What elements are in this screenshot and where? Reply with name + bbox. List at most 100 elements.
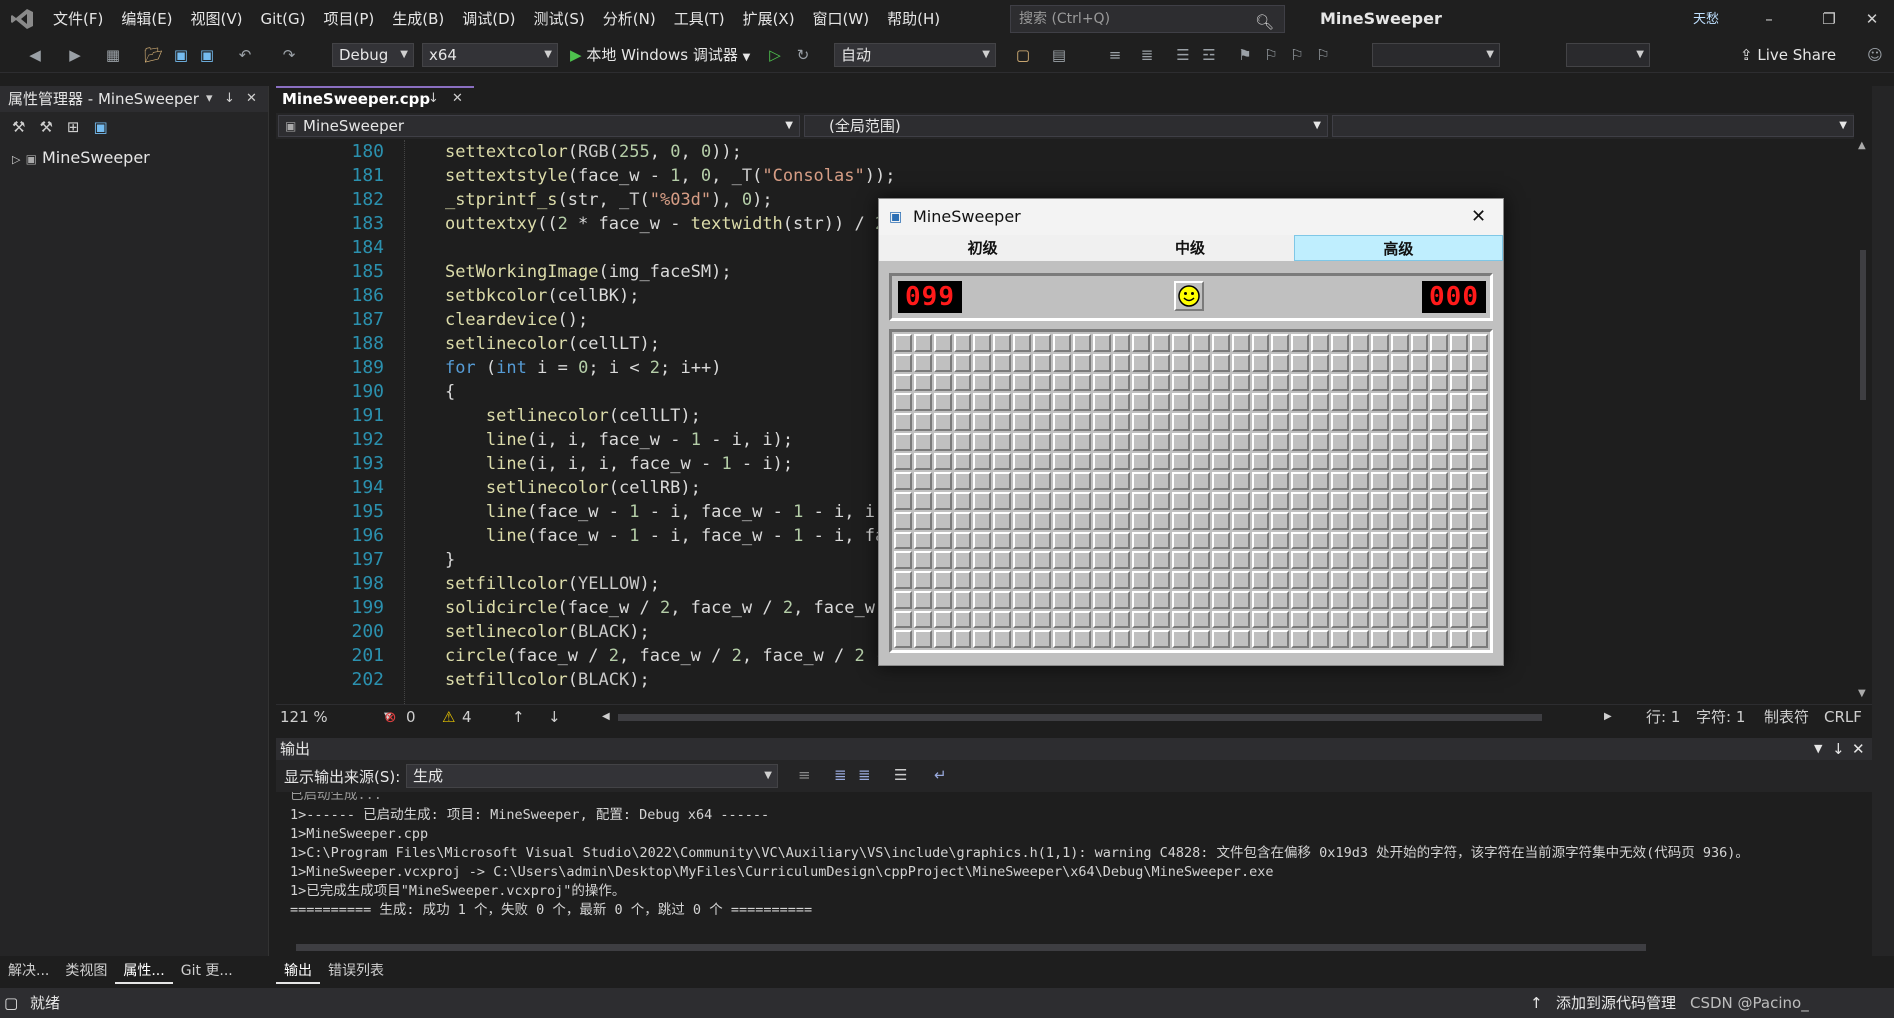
mine-cell[interactable] [1211, 610, 1230, 629]
mine-cell[interactable] [1092, 630, 1111, 648]
mine-cell[interactable] [913, 334, 932, 352]
mine-cell[interactable] [973, 630, 992, 648]
mine-cell[interactable] [1370, 353, 1389, 372]
mine-cell[interactable] [993, 630, 1012, 648]
mine-cell[interactable] [1350, 551, 1369, 569]
mine-cell[interactable] [1072, 334, 1091, 352]
mine-cell[interactable] [1013, 413, 1032, 431]
mine-cell[interactable] [1033, 630, 1051, 648]
mine-cell[interactable] [1092, 511, 1111, 530]
close-icon[interactable]: ✕ [1471, 199, 1486, 235]
save-icon[interactable]: ▣ [93, 118, 107, 136]
mine-cell[interactable] [953, 571, 972, 589]
mine-cell[interactable] [1291, 531, 1310, 550]
mine-cell[interactable] [1033, 492, 1051, 510]
mine-cell[interactable] [1172, 531, 1190, 550]
mine-cell[interactable] [1112, 373, 1131, 392]
mine-cell[interactable] [1072, 432, 1091, 451]
mine-cell[interactable] [1033, 610, 1051, 629]
mine-cell[interactable] [1390, 610, 1409, 629]
mine-cell[interactable] [1350, 571, 1369, 589]
mine-cell[interactable] [993, 571, 1012, 589]
mine-cell[interactable] [894, 551, 912, 569]
menu-project[interactable]: 项目(P) [315, 0, 384, 38]
mine-cell[interactable] [1271, 413, 1290, 431]
mine-cell[interactable] [1152, 452, 1171, 471]
mine-cell[interactable] [1331, 630, 1349, 648]
mine-cell[interactable] [1112, 551, 1131, 569]
mine-cell[interactable] [1072, 590, 1091, 609]
mine-cell[interactable] [913, 571, 932, 589]
mine-cell[interactable] [1033, 452, 1051, 471]
mine-cell[interactable] [1410, 334, 1429, 352]
auto-select[interactable]: 自动 ▼ [834, 43, 996, 67]
mine-cell[interactable] [1311, 610, 1330, 629]
mine-cell[interactable] [1231, 492, 1250, 510]
mine-cell[interactable] [1052, 472, 1071, 490]
mine-cell[interactable] [1211, 590, 1230, 609]
mine-cell[interactable] [1013, 393, 1032, 411]
mine-cell[interactable] [1331, 531, 1349, 550]
mine-cell[interactable] [1092, 452, 1111, 471]
mine-cell[interactable] [1192, 630, 1210, 648]
mine-cell[interactable] [1251, 492, 1270, 510]
mine-cell[interactable] [1430, 492, 1449, 510]
mine-cell[interactable] [1271, 452, 1290, 471]
mine-cell[interactable] [1350, 432, 1369, 451]
mine-cell[interactable] [1311, 590, 1330, 609]
mine-cell[interactable] [1172, 492, 1190, 510]
mine-cell[interactable] [933, 531, 952, 550]
live-share-button[interactable]: ⇪ Live Share [1740, 43, 1836, 67]
mine-cell[interactable] [1470, 334, 1488, 352]
mine-cell[interactable] [1370, 571, 1389, 589]
mine-cell[interactable] [1072, 551, 1091, 569]
project-nav-select[interactable]: ▣ MineSweeper ▼ [278, 115, 800, 137]
mine-cell[interactable] [1450, 452, 1469, 471]
mine-cell[interactable] [1072, 531, 1091, 550]
mine-cell[interactable] [1211, 551, 1230, 569]
mine-cell[interactable] [1430, 630, 1449, 648]
mine-cell[interactable] [1350, 373, 1369, 392]
mine-cell[interactable] [1112, 610, 1131, 629]
mine-cell[interactable] [1072, 630, 1091, 648]
mine-cell[interactable] [1470, 610, 1488, 629]
mine-cell[interactable] [1271, 531, 1290, 550]
mine-cell[interactable] [1430, 571, 1449, 589]
clear-all-icon[interactable]: ☰ [894, 766, 907, 784]
mine-cell[interactable] [1132, 353, 1151, 372]
mine-cell[interactable] [1350, 610, 1369, 629]
mine-cell[interactable] [1470, 551, 1488, 569]
mine-cell[interactable] [913, 590, 932, 609]
mine-cell[interactable] [1430, 610, 1449, 629]
mine-cell[interactable] [1271, 630, 1290, 648]
mine-cell[interactable] [1033, 432, 1051, 451]
mine-cell[interactable] [1211, 432, 1230, 451]
mine-cell[interactable] [1231, 630, 1250, 648]
mine-cell[interactable] [953, 492, 972, 510]
mine-cell[interactable] [1410, 492, 1429, 510]
mine-cell[interactable] [1450, 334, 1469, 352]
mine-cell[interactable] [1390, 571, 1409, 589]
mine-cell[interactable] [1370, 511, 1389, 530]
mine-cell[interactable] [933, 571, 952, 589]
mine-cell[interactable] [953, 630, 972, 648]
menu-file[interactable]: 文件(F) [44, 0, 112, 38]
output-horizontal-scrollbar[interactable] [276, 940, 1852, 956]
mine-cell[interactable] [1192, 432, 1210, 451]
mine-cell[interactable] [1072, 353, 1091, 372]
mine-cell[interactable] [993, 590, 1012, 609]
mine-cell[interactable] [1470, 571, 1488, 589]
mine-cell[interactable] [1172, 373, 1190, 392]
mine-cell[interactable] [1271, 353, 1290, 372]
mine-cell[interactable] [1092, 413, 1111, 431]
menu-window[interactable]: 窗口(W) [804, 0, 879, 38]
mine-cell[interactable] [1013, 472, 1032, 490]
mine-cell[interactable] [1052, 531, 1071, 550]
mine-cell[interactable] [973, 452, 992, 471]
mine-cell[interactable] [894, 334, 912, 352]
mine-cell[interactable] [933, 590, 952, 609]
mine-cell[interactable] [1390, 531, 1409, 550]
mine-cell[interactable] [1092, 472, 1111, 490]
mine-cell[interactable] [1291, 571, 1310, 589]
mine-cell[interactable] [1192, 492, 1210, 510]
